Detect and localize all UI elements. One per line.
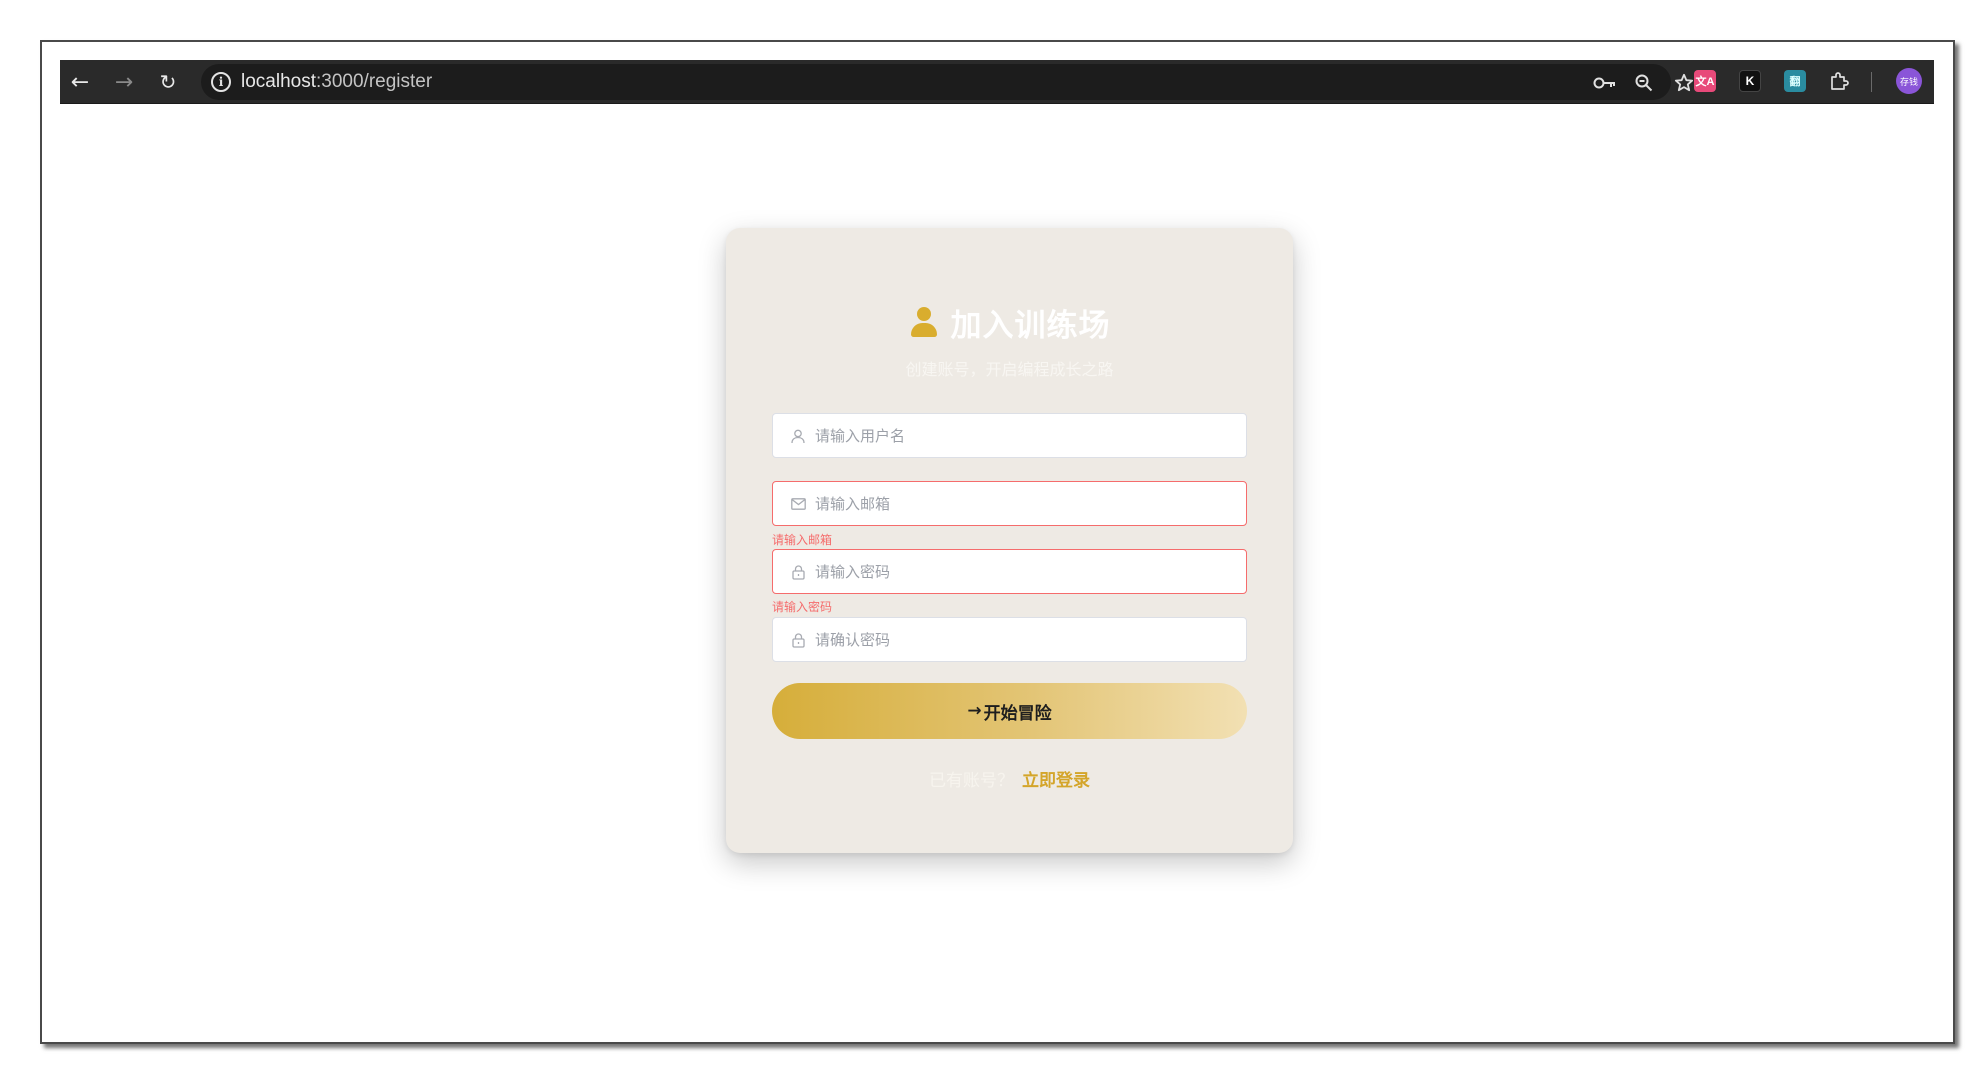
email-error: 请输入邮箱 — [772, 533, 833, 547]
url-text[interactable]: localhost:3000/register — [241, 71, 432, 93]
forward-arrow-icon[interactable]: → — [106, 60, 142, 104]
grid-extension-icon[interactable]: 翻 — [1784, 70, 1806, 92]
page-subtitle: 创建账号，开启编程成长之路 — [905, 360, 1114, 379]
login-link[interactable]: 立即登录 — [1022, 771, 1090, 791]
back-arrow-icon[interactable]: ← — [62, 60, 98, 104]
email-field[interactable] — [772, 481, 1247, 526]
start-adventure-button[interactable]: → 开始冒险 — [772, 683, 1247, 739]
password-error: 请输入密码 — [772, 600, 833, 614]
url-host: localhost — [241, 71, 316, 92]
k-extension-icon[interactable]: K — [1739, 70, 1761, 92]
lock-icon — [789, 563, 807, 581]
password-field[interactable] — [772, 549, 1247, 594]
email-input[interactable] — [815, 482, 1235, 525]
confirm-password-input[interactable] — [815, 618, 1235, 661]
profile-avatar[interactable]: 存钱 — [1896, 68, 1922, 94]
username-field[interactable] — [772, 413, 1247, 458]
login-prompt: 已有账号？ 立即登录 — [726, 766, 1293, 791]
password-input[interactable] — [815, 550, 1235, 593]
site-info-icon[interactable]: i — [211, 72, 231, 92]
extensions-puzzle-icon[interactable] — [1828, 70, 1850, 92]
has-account-text: 已有账号？ — [929, 771, 1014, 791]
translate-extension-icon[interactable]: 文A — [1694, 70, 1716, 92]
mail-icon — [789, 495, 807, 513]
confirm-password-field[interactable] — [772, 617, 1247, 662]
page-title: 加入训练场 — [950, 308, 1111, 344]
reload-icon[interactable]: ↻ — [150, 60, 186, 104]
user-outline-icon — [789, 427, 807, 445]
toolbar-divider — [1871, 72, 1872, 92]
username-input[interactable] — [815, 414, 1235, 457]
user-icon — [909, 306, 939, 339]
title-row: 加入训练场 — [726, 300, 1293, 345]
password-key-icon[interactable] — [1592, 70, 1618, 96]
zoom-icon[interactable] — [1631, 70, 1657, 96]
url-path: :3000/register — [316, 71, 433, 92]
register-card: 加入训练场 创建账号，开启编程成长之路 请输入邮箱 请输入密码 → 开始冒险 已… — [726, 228, 1293, 853]
lock-icon — [789, 631, 807, 649]
browser-toolbar: ← → ↻ i localhost:3000/register 文A K 翻 存… — [60, 60, 1934, 104]
address-bar[interactable]: i localhost:3000/register — [201, 64, 1694, 100]
arrow-right-icon: → — [967, 701, 982, 721]
submit-label: 开始冒险 — [983, 703, 1052, 724]
